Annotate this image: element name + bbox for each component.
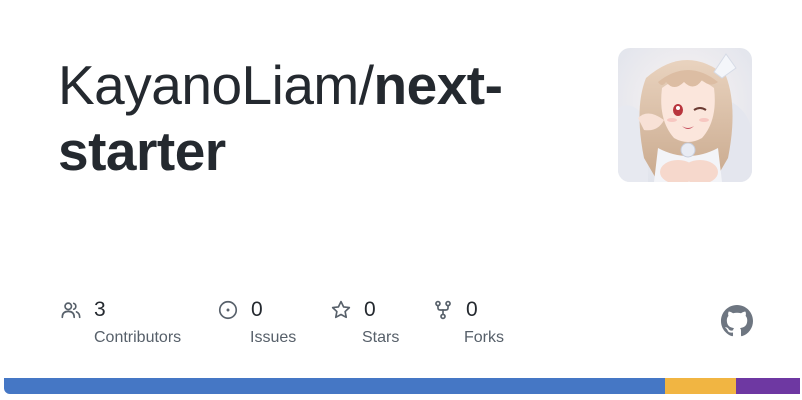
stat-stars[interactable]: 0 Stars — [330, 298, 399, 346]
language-segment-1 — [4, 378, 665, 394]
contributors-label: Contributors — [94, 329, 182, 346]
stat-contributors[interactable]: 3 Contributors — [60, 298, 181, 346]
repo-title[interactable]: KayanoLiam/next-starter — [58, 52, 578, 184]
issues-label: Issues — [250, 329, 297, 346]
repo-forked-icon — [432, 299, 454, 321]
forks-count: 0 — [466, 298, 478, 321]
language-segment-2 — [664, 378, 737, 394]
people-icon — [60, 299, 82, 321]
stat-forks[interactable]: 0 Forks — [432, 298, 504, 346]
github-mark-icon[interactable] — [721, 305, 753, 337]
avatar-image — [618, 48, 752, 182]
language-bar — [4, 378, 800, 394]
stat-issues[interactable]: 0 Issues — [217, 298, 296, 346]
stars-label: Stars — [362, 329, 400, 346]
star-icon — [330, 299, 352, 321]
issues-count: 0 — [251, 298, 263, 321]
repo-avatar — [618, 48, 752, 182]
contributors-count: 3 — [94, 298, 106, 321]
language-segment-3 — [736, 378, 800, 394]
repo-owner: KayanoLiam/ — [58, 54, 374, 116]
stars-count: 0 — [364, 298, 376, 321]
issue-opened-icon — [217, 299, 239, 321]
forks-label: Forks — [464, 329, 504, 346]
repo-card: KayanoLiam/next-starter 3 Contributors 0… — [4, 0, 802, 394]
